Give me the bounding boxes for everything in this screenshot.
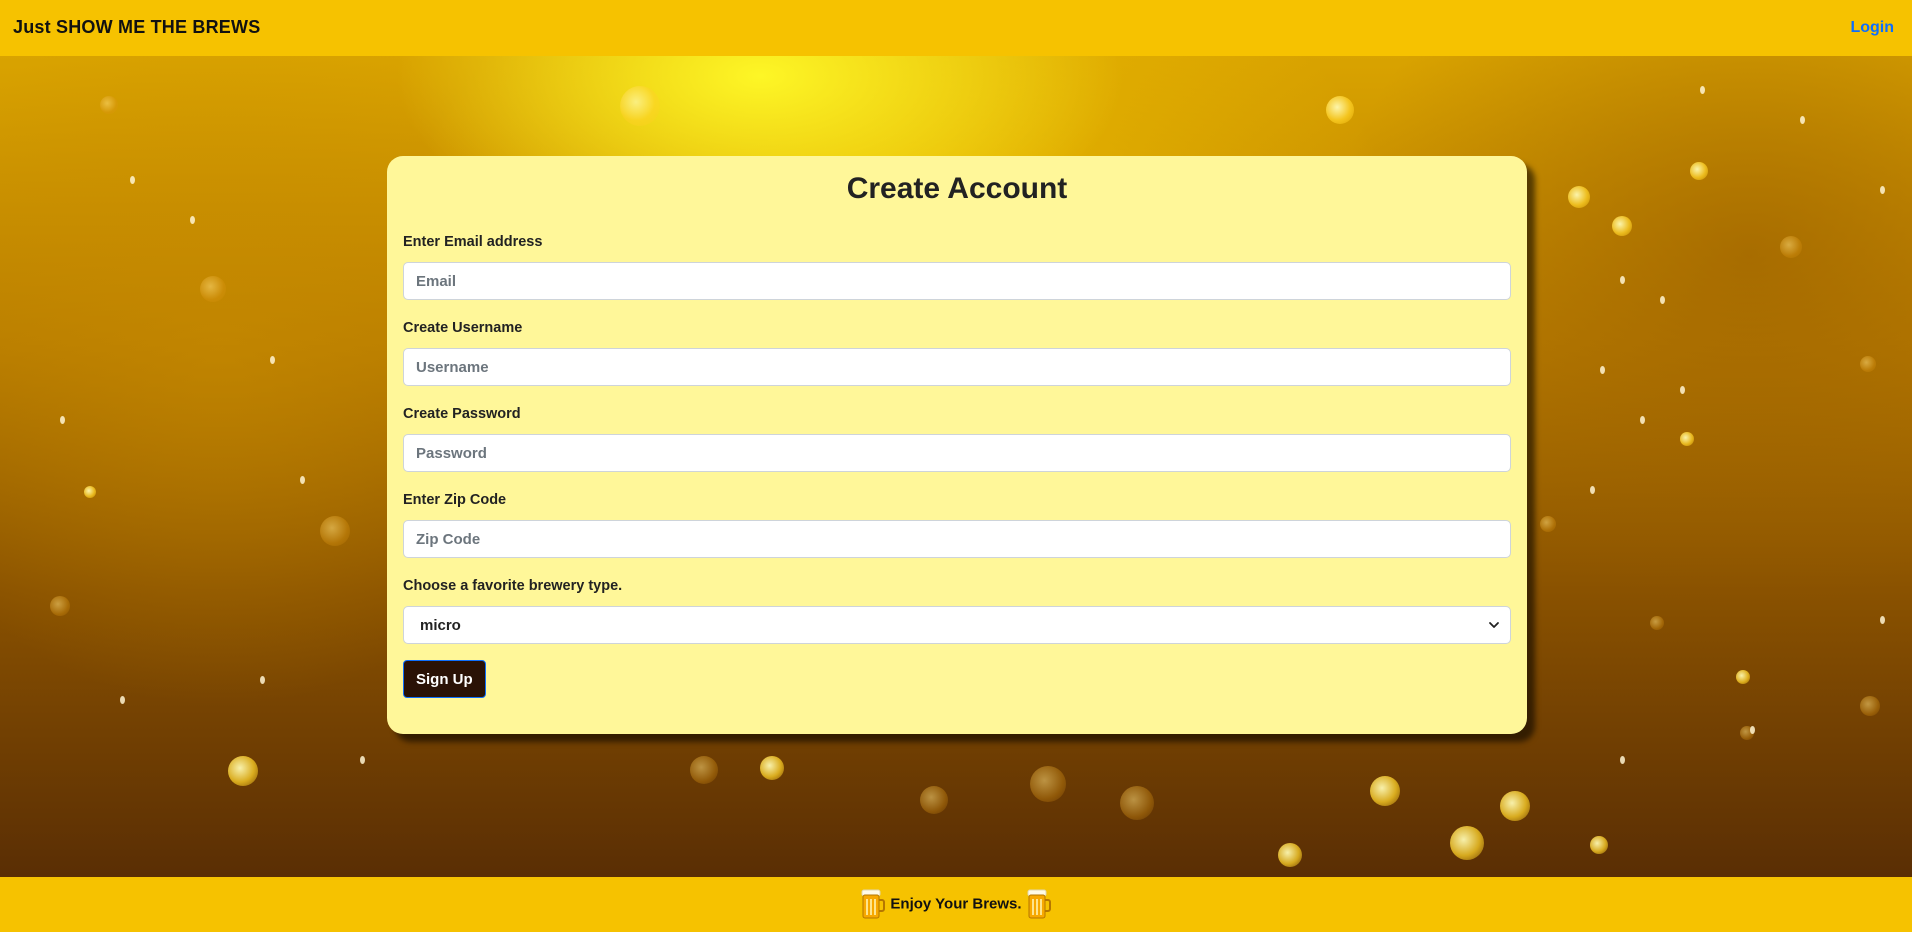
chevron-down-icon bbox=[1489, 622, 1499, 628]
footer-text: Enjoy Your Brews. bbox=[890, 895, 1022, 913]
username-label: Create Username bbox=[403, 320, 523, 336]
brewery-type-select[interactable]: micro bbox=[403, 606, 1511, 644]
sign-up-button[interactable]: Sign Up bbox=[403, 660, 486, 698]
zip-code-label: Enter Zip Code bbox=[403, 492, 507, 508]
email-label: Enter Email address bbox=[403, 234, 543, 250]
password-label: Create Password bbox=[403, 406, 521, 422]
password-field[interactable] bbox=[403, 434, 1511, 472]
brewery-type-label: Choose a favorite brewery type. bbox=[403, 578, 623, 594]
brewery-type-selected-value: micro bbox=[420, 617, 461, 634]
beer-mug-icon bbox=[861, 889, 886, 919]
top-navbar: Just SHOW ME THE BREWS Login bbox=[0, 0, 1912, 56]
footer: Enjoy Your Brews. bbox=[0, 877, 1912, 932]
username-field[interactable] bbox=[403, 348, 1511, 386]
site-brand[interactable]: Just SHOW ME THE BREWS bbox=[13, 17, 260, 38]
page-title: Create Account bbox=[846, 172, 1068, 205]
email-field[interactable] bbox=[403, 262, 1511, 300]
create-account-card: Create Account Enter Email address Creat… bbox=[387, 156, 1527, 734]
login-link[interactable]: Login bbox=[1850, 19, 1894, 37]
zip-code-field[interactable] bbox=[403, 520, 1511, 558]
beer-mug-icon bbox=[1027, 889, 1051, 919]
